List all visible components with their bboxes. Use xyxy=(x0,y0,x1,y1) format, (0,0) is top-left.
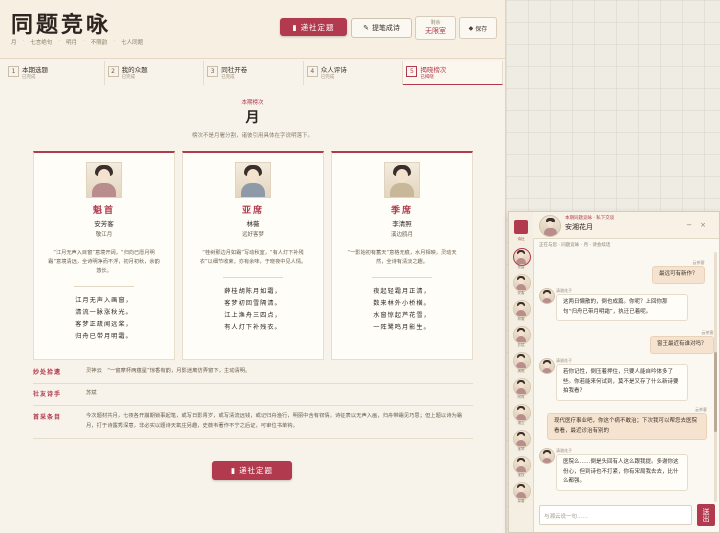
comment-text: “桂树那边月如霜”写动秋室，“有人灯下补残衣”以细节收束，亦有余味，于晓夜中见人… xyxy=(199,250,307,265)
info-text: 苏斌 xyxy=(86,390,97,396)
info-text: 灵神云 “一窗摩杯两蕴星”惊香有韵，月影迷离仿弄窗下，主动清明。 xyxy=(86,368,251,374)
info-label: 首采条目 xyxy=(33,414,62,421)
info-text: 今次题材共月，七夜各开崩期锁事起笔，或写日影青岁，或写清流远钱，或记归舟渔行，明… xyxy=(86,413,463,429)
avatar xyxy=(86,162,122,198)
rank-card-third: 季席 李清照 溪边鸥月 “一影始初有蓄天”意格无痕，水月相映，灵动天然，全诗有清… xyxy=(331,151,473,360)
result-theme: 月 xyxy=(245,110,260,126)
remaining-counter: 剩余 无限室 xyxy=(415,16,456,40)
result-heading: 本期榜次 月 榜次不是月署分割，诸彼引用具体在字说明落下。 xyxy=(0,98,505,139)
minimize-icon[interactable]: − xyxy=(686,221,700,229)
save-button[interactable]: ◆ 保存 xyxy=(459,17,497,39)
tab-step-1[interactable]: 1 本期选题 已完成 xyxy=(5,61,105,85)
breadcrumb-item[interactable]: 七人同题 xyxy=(121,38,143,46)
contact-avatar[interactable] xyxy=(513,430,531,448)
tab-step-5[interactable]: 5 揭晓榜次 已揭晓 xyxy=(403,61,503,85)
contact-avatar[interactable] xyxy=(513,326,531,344)
poet-name: 林薇 xyxy=(246,220,260,228)
header: 同题竞咏 月 · 七言绝句 · 明月 · 不限韵 · 七人同题 ▮ 递社定题 ✎ 提笔成诗 … xyxy=(0,0,505,59)
book-icon: ▮ xyxy=(230,466,237,475)
info-row: 妙处拾遗 灵神云 “一窗摩杯两蕴星”惊香有韵，月影迷离仿弄窗下，主动清明。 xyxy=(33,367,473,384)
contact-avatar[interactable] xyxy=(513,300,531,318)
poetry-club-icon[interactable]: 诗社 xyxy=(514,220,528,241)
chat-scrollbar[interactable] xyxy=(714,252,717,502)
main-app: 同题竞咏 月 · 七言绝句 · 明月 · 不限韵 · 七人同题 ▮ 递社定题 ✎ 提笔成诗 … xyxy=(0,0,506,533)
tab-step-2[interactable]: 2 我的众题 已完成 xyxy=(105,61,205,85)
contact-avatar[interactable] xyxy=(513,352,531,370)
avatar xyxy=(384,162,420,198)
contact-avatar[interactable] xyxy=(513,482,531,500)
comment-text: “一影始初有蓄天”意格无痕，水月相映，灵动天然，全诗有清淡之趣。 xyxy=(347,250,457,265)
info-label: 妙处拾遗 xyxy=(33,369,62,376)
chat-input[interactable]: 与湘云说一句…… xyxy=(539,505,692,525)
chat-message: 云茶客 现代医疗事业吧，你这个病不敢治；下次我可以帮您去医院看看，最近诊治有别的 xyxy=(547,407,707,441)
info-label: 社友诗手 xyxy=(33,391,62,398)
rank-label: 季席 xyxy=(390,206,413,216)
rank-label: 魁首 xyxy=(92,206,115,216)
save-icon: ◆ xyxy=(468,24,474,32)
poet-name: 安芳客 xyxy=(94,220,114,228)
chat-panel: 诗社 黛露 安客 林薇 苏斌 清照 阿冉 湘云 宝琴 宝钗 探春 本期同题竞咏 … xyxy=(508,211,720,533)
poet-name: 李清照 xyxy=(392,220,412,228)
comment-text: “江月无声入目窗”意境开阔，“归向已愿月明霜”意境清远，全诗明净而不浮，初月初秋… xyxy=(48,250,160,274)
breadcrumb: 月 · 七言绝句 · 明月 · 不限韵 · 七人同题 xyxy=(11,38,144,46)
avatar xyxy=(235,162,271,198)
info-row: 首采条目 今次题材共月，七夜各开崩期锁事起笔，或写日影青岁，或写清流远钱，或记归… xyxy=(33,412,473,439)
poem-title: 远好客梦 xyxy=(241,232,264,238)
chat-subtitle: 正在与您 · 同题竞咏 · 月 · 诗会续话 xyxy=(539,243,611,248)
chat-message: 云茶客 最远可有新作？ xyxy=(652,260,705,284)
contact-avatar[interactable] xyxy=(513,404,531,422)
tab-step-4[interactable]: 4 众人评诗 已完成 xyxy=(304,61,404,85)
poem-text: 夜起轻霜月正清， 数来林外小桥横。 水窗惊起芦花雪， 一阵鹭鸣月影生。 xyxy=(373,287,431,331)
chat-tag: 本期同题竞咏 · 私下交谈 xyxy=(565,216,615,221)
breadcrumb-item[interactable]: 明月 xyxy=(66,38,77,46)
poem-text: 薛桂胡陈月如霜， 客梦初回雪隔清。 江上渔舟三四点， 有人灯下补残衣。 xyxy=(224,287,282,331)
rank-label: 亚席 xyxy=(241,206,264,216)
divider xyxy=(372,276,432,278)
rank-card-first: 魁首 安芳客 敬江月 “江月无声入目窗”意境开阔，“归向已愿月明霜”意境清远，全… xyxy=(33,151,175,360)
divider xyxy=(74,285,134,287)
step-tabs: 1 本期选题 已完成 2 我的众题 已完成 3 同社开卷 已完成 4 众人评诗 已完成 5 揭晓榜… xyxy=(5,61,503,85)
chat-partner-name: 安湘花月 xyxy=(565,223,593,231)
submit-topic-button-bottom[interactable]: ▮ 递社定题 xyxy=(212,461,292,480)
contact-avatar[interactable] xyxy=(513,378,531,396)
result-description: 榜次不是月署分割，诸彼引用具体在字说明落下。 xyxy=(191,133,313,139)
info-row: 社友诗手 苏斌 xyxy=(33,389,473,406)
breadcrumb-item[interactable]: 七言绝句 xyxy=(30,38,52,46)
chat-message: 云茶客 窗王最近有谁对吗？ xyxy=(650,330,714,354)
contact-avatar[interactable] xyxy=(513,456,531,474)
breadcrumb-item[interactable]: 月 xyxy=(11,38,17,46)
contact-avatar[interactable] xyxy=(513,248,531,266)
tab-step-3[interactable]: 3 同社开卷 已完成 xyxy=(204,61,304,85)
chat-contact-rail: 诗社 黛露 安客 林薇 苏斌 清照 阿冉 湘云 宝琴 宝钗 探春 xyxy=(509,212,534,532)
result-kicker: 本期榜次 xyxy=(241,100,264,106)
divider xyxy=(223,276,283,278)
submit-topic-button[interactable]: ▮ 递社定题 xyxy=(280,18,347,36)
poem-title: 溪边鸥月 xyxy=(390,232,413,238)
poem-text: 江月无声入画窗， 清流一脉涨秋光。 客梦正疏闻远桨， 归舟已带月明霜。 xyxy=(75,296,133,340)
chat-message: 清湘花子 这两日懒散的，倒也成篇。你呢？上回你那句“归舟已带月明霜”，执迁已着呢… xyxy=(539,288,688,322)
window-controls: −× xyxy=(686,221,714,229)
chat-message: 清湘花子 医院么……倒是头回有人这么跟我提。多谢你这份心，但到诗也不打紧，你有宋… xyxy=(539,448,688,491)
book-icon: ▮ xyxy=(292,22,298,32)
contact-avatar[interactable] xyxy=(513,274,531,292)
poem-title: 敬江月 xyxy=(95,232,113,238)
close-icon[interactable]: × xyxy=(700,221,714,229)
chat-partner-avatar xyxy=(539,215,561,237)
write-poem-button[interactable]: ✎ 提笔成诗 xyxy=(351,18,412,38)
send-button[interactable]: 送出 xyxy=(697,504,715,526)
app-title: 同题竞咏 xyxy=(11,12,112,38)
chat-message: 清湘花子 若你记性，倒压着押住，只要人能自吟体多了些。你若能来何试到，莫不是又存… xyxy=(539,358,688,401)
breadcrumb-item[interactable]: 不限韵 xyxy=(91,38,108,46)
pen-icon: ✎ xyxy=(363,24,369,32)
rank-card-second: 亚席 林薇 远好客梦 “桂树那边月如霜”写动秋室，“有人灯下补残衣”以细节收束，… xyxy=(182,151,324,360)
